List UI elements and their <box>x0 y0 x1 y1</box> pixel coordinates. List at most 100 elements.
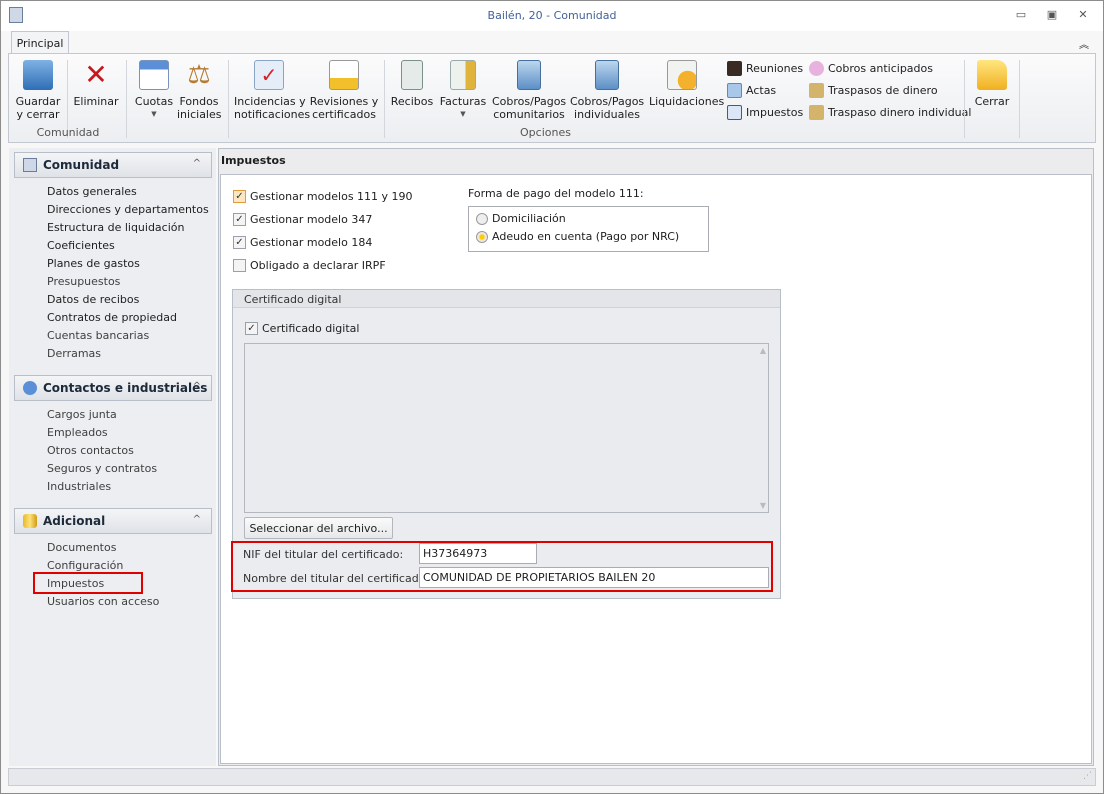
incidencias-button[interactable]: ✓ Incidencias y notificaciones <box>234 58 310 121</box>
check-certificado[interactable]: ✓ Certificado digital <box>245 322 359 335</box>
receipt-icon <box>401 60 423 90</box>
reuniones-button[interactable]: Reuniones <box>727 61 803 76</box>
nav-contratos-propiedad[interactable]: Contratos de propiedad <box>47 311 177 324</box>
button-label: Impuestos <box>746 106 804 119</box>
navigation-panel: Comunidad ^ Datos generales Direcciones y… <box>9 148 216 766</box>
nombre-input[interactable]: COMUNIDAD DE PROPIETARIOS BAILEN 20 <box>419 567 769 588</box>
nav-coeficientes[interactable]: Coeficientes <box>47 239 115 252</box>
status-bar: ⋰ <box>8 768 1096 786</box>
button-label: Cuotas <box>134 95 174 108</box>
nav-configuracion[interactable]: Configuración <box>47 559 123 572</box>
check-modelo-184[interactable]: ✓ Gestionar modelo 184 <box>233 236 372 249</box>
section-adicional[interactable]: Adicional ^ <box>14 508 212 534</box>
nav-industriales[interactable]: Industriales <box>47 480 111 493</box>
button-label: Reuniones <box>746 62 804 75</box>
radio-on-icon <box>476 230 488 243</box>
nav-usuarios[interactable]: Usuarios con acceso <box>47 595 159 608</box>
money-transfer-icon <box>809 83 824 98</box>
scroll-up-icon[interactable]: ▲ <box>760 346 766 355</box>
tab-principal[interactable]: Principal <box>11 31 69 54</box>
nif-input[interactable]: H37364973 <box>419 543 537 564</box>
nav-empleados[interactable]: Empleados <box>47 426 108 439</box>
nav-estructura-liquidacion[interactable]: Estructura de liquidación <box>47 221 184 234</box>
button-label: Revisiones y certificados <box>309 95 379 121</box>
nav-datos-recibos[interactable]: Datos de recibos <box>47 293 139 306</box>
piggy-bank-icon <box>809 61 824 76</box>
scroll-down-icon[interactable]: ▼ <box>760 501 766 510</box>
dropdown-arrow-icon: ▼ <box>460 110 466 118</box>
check-modelos-111-190[interactable]: ✓ Gestionar modelos 111 y 190 <box>233 190 413 203</box>
checkbox-label: Gestionar modelos 111 y 190 <box>250 190 413 203</box>
chevron-up-icon[interactable]: ^ <box>193 381 201 392</box>
invoice-icon <box>450 60 476 90</box>
section-contactos[interactable]: Contactos e industriales ^ <box>14 375 212 401</box>
traspaso-individual-button[interactable]: Traspaso dinero individual <box>809 105 971 120</box>
revisiones-button[interactable]: Revisiones y certificados <box>309 58 379 121</box>
nav-seguros[interactable]: Seguros y contratos <box>47 462 157 475</box>
collapse-ribbon-icon[interactable]: ︽ <box>1079 36 1089 51</box>
section-comunidad[interactable]: Comunidad ^ <box>14 152 212 178</box>
recibos-button[interactable]: Recibos <box>389 58 435 108</box>
calculator-icon <box>517 60 541 90</box>
app-window: Bailén, 20 - Comunidad ▭ ▣ ✕ Principal ︽… <box>0 0 1104 794</box>
chevron-up-icon[interactable]: ^ <box>193 158 201 169</box>
guardar-cerrar-button[interactable]: Guardar y cerrar <box>15 58 61 121</box>
radio-adeudo[interactable]: Adeudo en cuenta (Pago por NRC) <box>476 230 679 243</box>
nav-cuentas-bancarias[interactable]: Cuentas bancarias <box>47 329 149 342</box>
button-label: Traspaso dinero individual <box>828 106 972 119</box>
checklist-icon: ✓ <box>254 60 284 90</box>
nav-planes-gastos[interactable]: Planes de gastos <box>47 257 140 270</box>
nav-direcciones[interactable]: Direcciones y departamentos <box>47 203 209 216</box>
highlight-box <box>33 572 143 594</box>
nav-derramas[interactable]: Derramas <box>47 347 101 360</box>
button-label: Cobros anticipados <box>828 62 933 75</box>
cerrar-button[interactable]: Cerrar <box>969 58 1015 108</box>
chevron-up-icon[interactable]: ^ <box>193 514 201 525</box>
nav-otros-contactos[interactable]: Otros contactos <box>47 444 134 457</box>
cobros-pagos-individuales-button[interactable]: Cobros/Pagos individuales <box>570 58 644 121</box>
cobros-anticipados-button[interactable]: Cobros anticipados <box>809 61 933 76</box>
dropdown-arrow-icon: ▼ <box>151 110 157 118</box>
tax-icon <box>727 105 742 120</box>
cobros-pagos-comunitarios-button[interactable]: Cobros/Pagos comunitarios <box>492 58 566 121</box>
save-icon <box>23 60 53 90</box>
nif-label: NIF del titular del certificado: <box>243 548 404 561</box>
money-transfer-person-icon <box>809 105 824 120</box>
facturas-button[interactable]: Facturas ▼ <box>439 58 487 121</box>
radio-label: Adeudo en cuenta (Pago por NRC) <box>492 230 680 243</box>
actas-button[interactable]: Actas <box>727 83 776 98</box>
panel-body: ✓ Gestionar modelos 111 y 190 ✓ Gestionar … <box>220 174 1092 764</box>
radio-off-icon <box>476 212 488 225</box>
certificate-text-area[interactable]: ▲ ▼ <box>244 343 769 513</box>
button-label: Liquidaciones <box>649 95 725 108</box>
nombre-label: Nombre del titular del certificado: <box>243 572 430 585</box>
seleccionar-archivo-button[interactable]: Seleccionar del archivo... <box>244 517 393 539</box>
checkbox-label: Obligado a declarar IRPF <box>250 259 386 272</box>
impuestos-ribbon-button[interactable]: Impuestos <box>727 105 803 120</box>
fondos-iniciales-button[interactable]: ⚖ Fondos iniciales <box>177 58 221 121</box>
section-title: Contactos e industriales <box>43 381 208 395</box>
nav-cargos-junta[interactable]: Cargos junta <box>47 408 117 421</box>
resize-grip-icon[interactable]: ⋰ <box>1083 771 1092 781</box>
eliminar-button[interactable]: ✕ Eliminar <box>71 58 121 109</box>
section-title: Adicional <box>43 514 106 528</box>
radio-domiciliacion[interactable]: Domiciliación <box>476 212 566 225</box>
nav-documentos[interactable]: Documentos <box>47 541 116 554</box>
cuotas-button[interactable]: Cuotas ▼ <box>131 58 177 121</box>
section-title: Comunidad <box>43 158 120 172</box>
ribbon: Guardar y cerrar ✕ Eliminar Comunidad Cuo… <box>8 53 1096 143</box>
nav-datos-generales[interactable]: Datos generales <box>47 185 137 198</box>
close-button[interactable]: ✕ <box>1075 8 1091 22</box>
title-bar: Bailén, 20 - Comunidad ▭ ▣ ✕ <box>1 1 1103 31</box>
panel-title: Impuestos <box>219 149 1093 173</box>
check-irpf[interactable]: Obligado a declarar IRPF <box>233 259 386 272</box>
contacts-icon <box>23 381 37 395</box>
nav-presupuestos[interactable]: Presupuestos <box>47 275 120 288</box>
traspasos-dinero-button[interactable]: Traspasos de dinero <box>809 83 938 98</box>
check-modelo-347[interactable]: ✓ Gestionar modelo 347 <box>233 213 372 226</box>
maximize-button[interactable]: ▣ <box>1044 8 1060 22</box>
minimize-button[interactable]: ▭ <box>1013 8 1029 22</box>
button-label: Traspasos de dinero <box>828 84 938 97</box>
liquidaciones-button[interactable]: Liquidaciones <box>649 58 725 108</box>
liquidation-seal-icon <box>667 60 697 90</box>
